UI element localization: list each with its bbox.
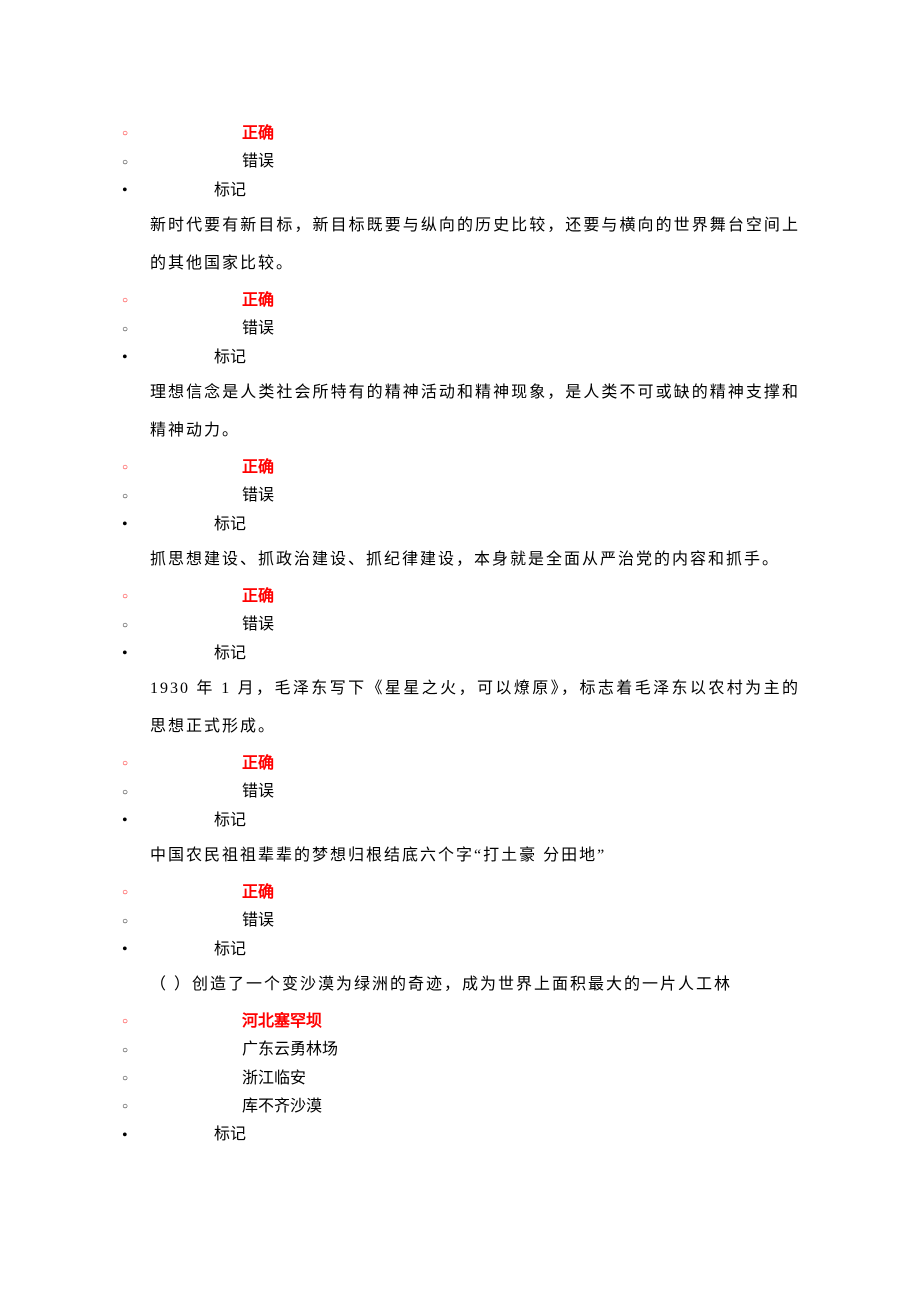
mark-row[interactable]: • 标记	[120, 640, 800, 668]
option-row-mc-0[interactable]: ○ 河北塞罕坝	[120, 1008, 800, 1036]
option-row-correct[interactable]: ○ 正确	[120, 454, 800, 482]
option-bullet: ○	[120, 750, 152, 778]
mark-label: 标记	[152, 941, 246, 958]
mark-bullet: •	[120, 936, 152, 964]
hollow-circle-icon: ○	[122, 1065, 128, 1093]
option-bullet: ○	[120, 1036, 152, 1064]
solid-dot-icon: •	[122, 344, 128, 372]
mark-row[interactable]: • 标记	[120, 936, 800, 964]
option-row-wrong[interactable]: ○ 错误	[120, 315, 800, 343]
option-bullet: ○	[120, 1093, 152, 1121]
option-bullet: ○	[120, 148, 152, 176]
option-label: 正确	[152, 755, 274, 772]
option-row-correct[interactable]: ○ 正确	[120, 879, 800, 907]
option-bullet: ○	[120, 287, 152, 315]
option-row-wrong[interactable]: ○ 错误	[120, 907, 800, 935]
question-text: （ ）创造了一个变沙漠为绿洲的奇迹，成为世界上面积最大的一片人工林	[120, 966, 800, 1004]
hollow-circle-icon: ○	[122, 454, 128, 482]
option-label: 正确	[152, 459, 274, 476]
mark-label: 标记	[152, 516, 246, 533]
hollow-circle-icon: ○	[122, 779, 128, 807]
option-row-correct[interactable]: ○ 正确	[120, 750, 800, 778]
option-bullet: ○	[120, 611, 152, 639]
mark-row[interactable]: • 标记	[120, 177, 800, 205]
hollow-circle-icon: ○	[122, 120, 128, 148]
question-text: 抓思想建设、抓政治建设、抓纪律建设，本身就是全面从严治党的内容和抓手。	[120, 541, 800, 579]
mark-row[interactable]: • 标记	[120, 511, 800, 539]
mark-bullet: •	[120, 511, 152, 539]
question-text: 理想信念是人类社会所特有的精神活动和精神现象，是人类不可或缺的精神支撑和精神动力…	[120, 374, 800, 450]
option-row-wrong[interactable]: ○ 错误	[120, 148, 800, 176]
option-label: 正确	[152, 292, 274, 309]
question-text: 中国农民祖祖辈辈的梦想归根结底六个字“打土豪 分田地”	[120, 837, 800, 875]
option-bullet: ○	[120, 583, 152, 611]
option-row-correct[interactable]: ○ 正确	[120, 120, 800, 148]
mark-row[interactable]: • 标记	[120, 1121, 800, 1149]
option-label: 正确	[152, 588, 274, 605]
option-label: 正确	[152, 884, 274, 901]
hollow-circle-icon: ○	[122, 612, 128, 640]
option-row-wrong[interactable]: ○ 错误	[120, 611, 800, 639]
hollow-circle-icon: ○	[122, 1093, 128, 1121]
option-label: 错误	[152, 616, 274, 633]
option-row-mc-2[interactable]: ○ 浙江临安	[120, 1065, 800, 1093]
hollow-circle-icon: ○	[122, 879, 128, 907]
solid-dot-icon: •	[122, 640, 128, 668]
mark-bullet: •	[120, 344, 152, 372]
mark-label: 标记	[152, 182, 246, 199]
option-bullet: ○	[120, 879, 152, 907]
question-text: 新时代要有新目标，新目标既要与纵向的历史比较，还要与横向的世界舞台空间上的其他国…	[120, 207, 800, 283]
option-label: 正确	[152, 125, 274, 142]
hollow-circle-icon: ○	[122, 1037, 128, 1065]
option-row-mc-1[interactable]: ○ 广东云勇林场	[120, 1036, 800, 1064]
option-row-wrong[interactable]: ○ 错误	[120, 778, 800, 806]
question-text: 1930 年 1 月，毛泽东写下《星星之火，可以燎原》，标志着毛泽东以农村为主的…	[120, 670, 800, 746]
hollow-circle-icon: ○	[122, 908, 128, 936]
mark-row[interactable]: • 标记	[120, 344, 800, 372]
option-bullet: ○	[120, 482, 152, 510]
option-row-mc-3[interactable]: ○ 库不齐沙漠	[120, 1093, 800, 1121]
solid-dot-icon: •	[122, 511, 128, 539]
option-bullet: ○	[120, 454, 152, 482]
mark-bullet: •	[120, 807, 152, 835]
option-bullet: ○	[120, 315, 152, 343]
mark-row[interactable]: • 标记	[120, 807, 800, 835]
hollow-circle-icon: ○	[122, 583, 128, 611]
option-label: 错误	[152, 320, 274, 337]
mark-label: 标记	[152, 1126, 246, 1143]
option-label: 错误	[152, 912, 274, 929]
option-label: 浙江临安	[152, 1070, 306, 1087]
option-bullet: ○	[120, 778, 152, 806]
option-row-correct[interactable]: ○ 正确	[120, 287, 800, 315]
option-label: 错误	[152, 487, 274, 504]
mark-label: 标记	[152, 349, 246, 366]
mark-bullet: •	[120, 177, 152, 205]
solid-dot-icon: •	[122, 177, 128, 205]
option-bullet: ○	[120, 1008, 152, 1036]
mark-label: 标记	[152, 645, 246, 662]
solid-dot-icon: •	[122, 1122, 128, 1150]
option-label: 库不齐沙漠	[152, 1098, 322, 1115]
mark-label: 标记	[152, 812, 246, 829]
option-row-wrong[interactable]: ○ 错误	[120, 482, 800, 510]
option-label: 河北塞罕坝	[152, 1013, 322, 1030]
hollow-circle-icon: ○	[122, 483, 128, 511]
option-bullet: ○	[120, 1065, 152, 1093]
hollow-circle-icon: ○	[122, 316, 128, 344]
hollow-circle-icon: ○	[122, 1008, 128, 1036]
option-label: 广东云勇林场	[152, 1041, 338, 1058]
hollow-circle-icon: ○	[122, 750, 128, 778]
option-bullet: ○	[120, 907, 152, 935]
solid-dot-icon: •	[122, 936, 128, 964]
hollow-circle-icon: ○	[122, 149, 128, 177]
option-label: 错误	[152, 153, 274, 170]
option-row-correct[interactable]: ○ 正确	[120, 583, 800, 611]
option-bullet: ○	[120, 120, 152, 148]
mark-bullet: •	[120, 640, 152, 668]
hollow-circle-icon: ○	[122, 287, 128, 315]
option-label: 错误	[152, 783, 274, 800]
solid-dot-icon: •	[122, 807, 128, 835]
mark-bullet: •	[120, 1121, 152, 1149]
